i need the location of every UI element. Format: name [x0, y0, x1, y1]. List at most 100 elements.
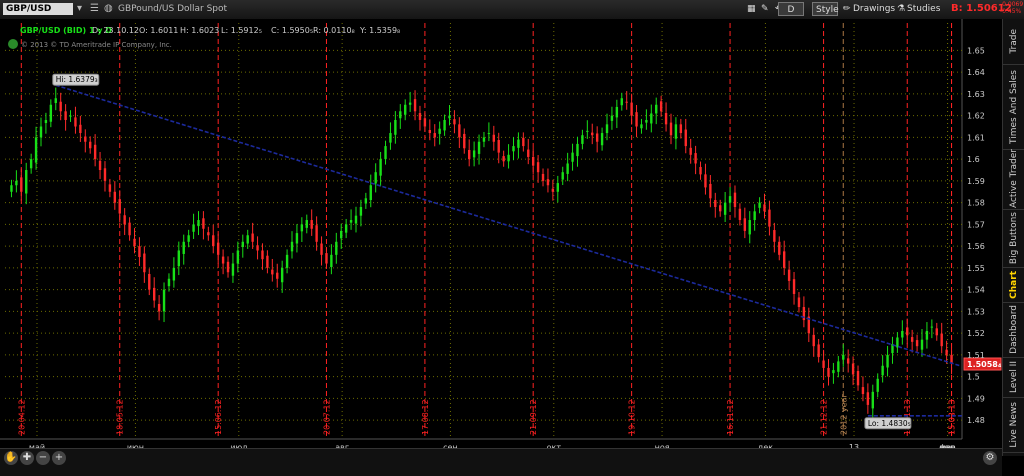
candle-body	[743, 218, 747, 231]
candle-body	[925, 330, 929, 340]
candle-body	[10, 185, 13, 192]
candle-body	[591, 132, 594, 136]
chevron-down-icon[interactable]: ▾	[77, 3, 82, 15]
candle-body	[669, 122, 673, 136]
candle-body	[113, 191, 117, 203]
candle-body	[812, 334, 815, 347]
candle-body	[374, 172, 377, 184]
candle-body	[20, 177, 23, 192]
candle-body	[320, 243, 323, 255]
candle-body	[167, 278, 171, 287]
side-tab-live-news[interactable]: Live News	[1003, 397, 1024, 453]
side-tab-chart[interactable]: Chart	[1003, 267, 1024, 303]
candle-body	[300, 224, 304, 232]
copyright-text: © 2013 © TD Ameritrade IP Company, Inc.	[21, 41, 172, 49]
candle-body	[566, 163, 569, 174]
side-tab-dashboard[interactable]: Dashboard	[1003, 302, 1024, 358]
price-tick-label: 1.6	[967, 155, 980, 164]
candle-body	[935, 328, 938, 336]
wrench-icon[interactable]: ✎	[758, 2, 772, 16]
price-chart[interactable]: 20.04.12 18.05.12 15.06.12 20.07.12 17.08.12…	[0, 19, 1002, 452]
candle-body	[792, 279, 796, 294]
candle-body	[172, 267, 176, 281]
ohlc-field: Y: 1.5359₈	[359, 26, 400, 35]
candle-body	[837, 361, 840, 372]
symbol-input[interactable]: GBP/USD	[3, 3, 73, 15]
price-tick-label: 1.57	[967, 220, 985, 229]
date-marker-label: 20.04.12	[17, 399, 26, 435]
candle-body	[162, 289, 166, 312]
price-tick-label: 1.5	[967, 373, 980, 382]
candle-body	[664, 113, 668, 125]
hand-icon[interactable]: ✋	[4, 451, 18, 465]
candle-body	[782, 251, 786, 268]
side-tab-active-trader[interactable]: Active Trader	[1003, 149, 1024, 210]
candle-body	[502, 156, 505, 162]
candle-body	[635, 112, 638, 127]
candle-body	[773, 230, 776, 242]
candle-body	[428, 129, 432, 134]
side-tab-times-and-sales[interactable]: Times And Sales	[1003, 64, 1024, 150]
side-tab-trade[interactable]: Trade	[1003, 19, 1024, 65]
price-tick-label: 1.58	[967, 199, 985, 208]
side-tab-big-buttons[interactable]: Big Buttons	[1003, 209, 1024, 268]
timeframe-button[interactable]: D	[778, 2, 804, 16]
candle-body	[423, 118, 427, 127]
price-tick-label: 1.61	[967, 133, 985, 142]
ohlc-field: C: 1.5950₅	[271, 26, 313, 35]
candle-body	[689, 147, 692, 155]
candle-body	[212, 235, 215, 247]
candle-body	[817, 344, 820, 358]
candle-body	[413, 99, 417, 112]
candle-body	[522, 137, 525, 147]
crosshair-icon[interactable]: ✚	[20, 451, 34, 465]
grid-icon[interactable]: ▦	[744, 2, 759, 16]
candle-body	[650, 113, 653, 124]
candle-body	[379, 159, 382, 176]
price-tick-label: 1.53	[967, 307, 985, 316]
candle-body	[881, 365, 884, 376]
drawings-button[interactable]: Drawings	[850, 2, 898, 16]
studies-button[interactable]: Studies	[904, 2, 943, 16]
candle-body	[645, 119, 648, 123]
candle-body	[133, 238, 136, 247]
style-button[interactable]: Style	[812, 2, 839, 16]
candle-body	[15, 180, 18, 186]
candle-body	[719, 205, 722, 212]
settings-icon[interactable]: ⚙	[983, 451, 997, 465]
candle-body	[118, 199, 121, 214]
candle-body	[674, 124, 678, 139]
price-tick-label: 1.56	[967, 242, 985, 251]
candle-body	[581, 135, 584, 144]
candle-body	[98, 160, 102, 171]
date-marker-label: 18.01.13	[903, 399, 912, 435]
ohlc-field: R: 0.0110₈	[313, 26, 355, 35]
price-tick-label: 1.54	[967, 286, 985, 295]
bars-icon[interactable]: ☰	[90, 3, 99, 15]
zoom-in-icon[interactable]: +	[52, 451, 66, 465]
side-tab-label: Active Trader	[1009, 149, 1019, 209]
side-tab-level-ii[interactable]: Level II	[1003, 357, 1024, 398]
symbol-description: GBPound/US Dollar Spot	[118, 4, 228, 14]
candle-body	[497, 140, 500, 153]
candle-body	[615, 106, 619, 118]
candle-body	[335, 241, 338, 255]
side-tab-label: Trade	[1009, 29, 1019, 54]
candle-body	[59, 101, 62, 112]
side-tab-panel: Trade Times And Sales Active Trader Big But…	[1002, 19, 1024, 456]
candle-body	[512, 146, 515, 152]
ohlc-readout: D: 23.10.12 O: 1.6011 H: 1.6023 L: 1.5912₅ C…	[92, 26, 400, 35]
candle-body	[226, 261, 230, 273]
candle-body	[738, 208, 742, 221]
candle-body	[586, 130, 589, 132]
candle-body	[832, 370, 835, 374]
candle-body	[310, 220, 313, 229]
candle-body	[54, 98, 57, 104]
candle-body	[797, 297, 801, 308]
candle-body	[709, 183, 712, 199]
zoom-out-icon[interactable]: −	[36, 451, 50, 465]
price-tick-label: 1.65	[967, 46, 985, 55]
candle-body	[148, 273, 151, 290]
date-marker-label: 18.05.12	[116, 399, 125, 435]
candle-body	[404, 104, 407, 115]
